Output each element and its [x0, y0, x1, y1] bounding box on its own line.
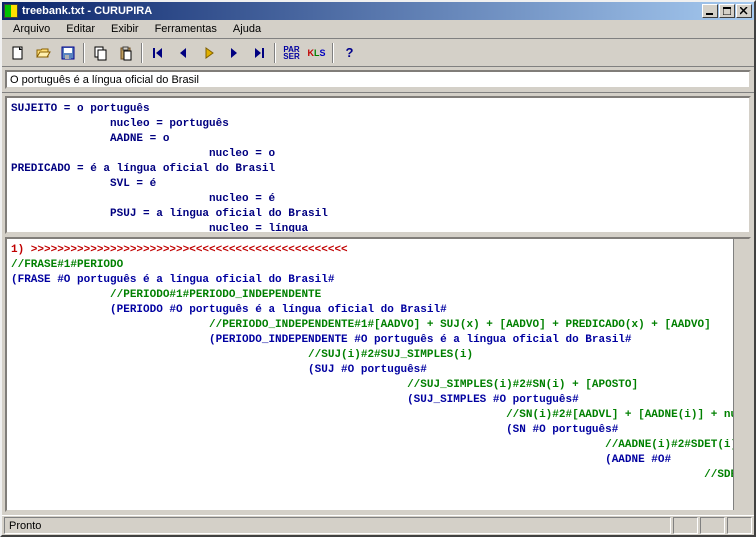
menu-ferramentas[interactable]: Ferramentas	[148, 21, 224, 37]
window-title: treebank.txt - CURUPIRA	[22, 5, 152, 17]
main-panes: SUJEITO = o português nucleo = português…	[2, 93, 754, 515]
minimize-button[interactable]	[702, 4, 718, 18]
toolbar-separator	[83, 43, 85, 63]
first-button[interactable]	[147, 42, 170, 64]
statusbar: Pronto	[2, 515, 754, 535]
play-button[interactable]	[197, 42, 220, 64]
next-button[interactable]	[222, 42, 245, 64]
copy-button[interactable]	[89, 42, 112, 64]
toolbar-separator	[141, 43, 143, 63]
bottom-scrollbar[interactable]	[733, 239, 749, 510]
status-cell-1	[673, 517, 698, 534]
close-button[interactable]	[736, 4, 752, 18]
bottom-pane[interactable]: 1) >>>>>>>>>>>>>>>>>>>>>>>><<<<<<<<<<<<<…	[5, 237, 751, 512]
app-icon	[4, 4, 18, 18]
open-button[interactable]	[31, 42, 54, 64]
new-button[interactable]	[6, 42, 29, 64]
status-text: Pronto	[4, 517, 671, 534]
menu-exibir[interactable]: Exibir	[104, 21, 146, 37]
parser-button[interactable]: PARSER	[280, 42, 303, 64]
menu-editar[interactable]: Editar	[59, 21, 102, 37]
help-button[interactable]: ?	[338, 42, 361, 64]
kls-button[interactable]: KLS	[305, 42, 328, 64]
toolbar-separator	[332, 43, 334, 63]
sentence-row	[2, 67, 754, 93]
status-cell-3	[727, 517, 752, 534]
menu-arquivo[interactable]: Arquivo	[6, 21, 57, 37]
status-cell-2	[700, 517, 725, 534]
menu-ajuda[interactable]: Ajuda	[226, 21, 268, 37]
top-pane[interactable]: SUJEITO = o português nucleo = português…	[5, 96, 751, 234]
save-button[interactable]	[56, 42, 79, 64]
prev-button[interactable]	[172, 42, 195, 64]
paste-button[interactable]	[114, 42, 137, 64]
titlebar: treebank.txt - CURUPIRA	[2, 2, 754, 20]
menubar: Arquivo Editar Exibir Ferramentas Ajuda	[2, 20, 754, 39]
app-window: treebank.txt - CURUPIRA Arquivo Editar E…	[0, 0, 756, 537]
sentence-input[interactable]	[5, 70, 751, 89]
toolbar: PARSER KLS ?	[2, 39, 754, 67]
toolbar-separator	[274, 43, 276, 63]
maximize-button[interactable]	[719, 4, 735, 18]
last-button[interactable]	[247, 42, 270, 64]
